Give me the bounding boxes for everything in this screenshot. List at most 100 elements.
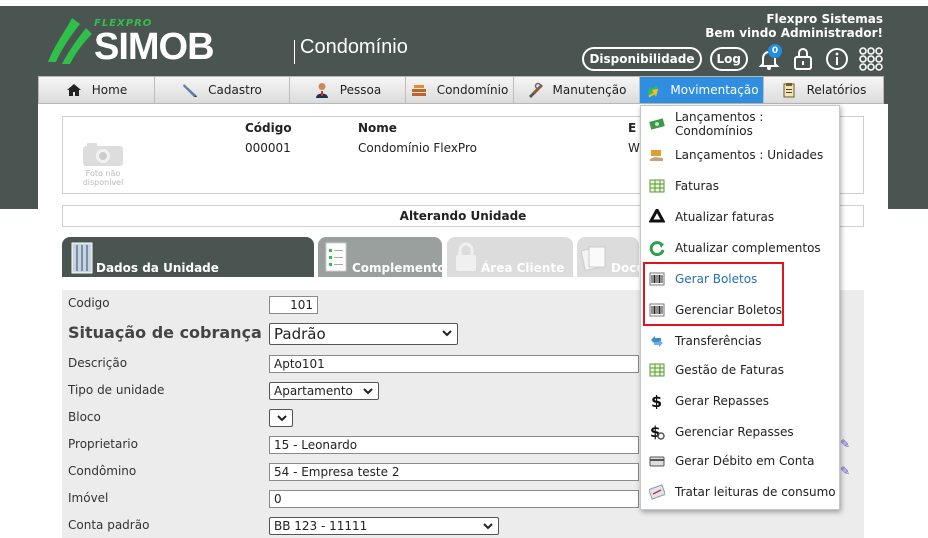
notifications-button[interactable]: 0 (756, 44, 782, 72)
situacao-select[interactable]: Padrão (269, 323, 458, 345)
condominium-code: 000001 (245, 141, 291, 155)
money-icon (649, 118, 665, 130)
brand-divider (294, 40, 295, 64)
svg-text:$: $ (651, 393, 662, 409)
user-greeting: Flexpro Sistemas Bem vindo Administrador… (705, 12, 883, 40)
camera-icon (83, 143, 123, 166)
menu-item-label: Lançamentos : Unidades (675, 148, 824, 162)
proprietario-label: Proprietario (68, 437, 138, 451)
transfer-icon (651, 336, 663, 347)
situacao-label: Situação de cobrança (68, 323, 262, 342)
header-code: Código (245, 121, 292, 135)
dollar-icon: $ (651, 393, 662, 409)
menu-item-gerar-repasses[interactable]: $ Gerar Repasses (641, 387, 841, 415)
tipo-select[interactable]: Apartamento (269, 382, 379, 400)
menu-item-label: Gestão de Faturas (675, 363, 784, 377)
tab-complementos[interactable]: Complementos (318, 237, 453, 277)
menu-item-label: Gerenciar Repasses (675, 425, 794, 439)
header-email: E (628, 121, 637, 135)
tab-dados-unidade[interactable]: Dados da Unidade (62, 237, 314, 277)
condomino-input[interactable]: 54 - Empresa teste 2 (269, 463, 639, 481)
log-button[interactable]: Log (709, 47, 748, 71)
codigo-input[interactable]: 101 (269, 296, 318, 314)
nav-movimentacao[interactable]: Movimentação (640, 77, 764, 103)
bloco-select[interactable] (269, 409, 293, 427)
tools-icon (528, 82, 543, 98)
menu-item-gerenciar-repasses[interactable]: $ Gerenciar Repasses (641, 418, 841, 446)
lock-button[interactable] (790, 46, 816, 72)
home-icon (66, 84, 81, 96)
descricao-input[interactable]: Apto101 (269, 355, 639, 373)
apps-button[interactable] (858, 46, 884, 72)
menu-item-lancamentos-unidades[interactable]: Lançamentos : Unidades (641, 141, 841, 169)
situacao-value: Padrão (274, 325, 326, 343)
buildings-icon (411, 85, 426, 96)
nav-cadastro[interactable]: Cadastro (155, 77, 290, 103)
menu-item-gerar-debito[interactable]: Gerar Débito em Conta (641, 447, 841, 475)
imovel-input[interactable]: 0 (269, 490, 639, 508)
building-icon (71, 242, 93, 274)
condominium-name: Condomínio FlexPro (358, 141, 477, 155)
menu-item-label: Gerar Débito em Conta (675, 454, 815, 468)
page: FLEXPRO SIMOB Condomínio Flexpro Sistema… (0, 0, 928, 538)
edit-proprietario-pencil-icon[interactable]: ✎ (840, 437, 850, 451)
codigo-label: Codigo (68, 296, 110, 310)
menu-item-label: Lançamentos : Condomínios (675, 110, 764, 138)
availability-button[interactable]: Disponibilidade (582, 47, 702, 71)
photo-unavailable-line2: disponível (82, 178, 124, 187)
menu-item-gestao-faturas[interactable]: Gestão de Faturas (641, 356, 841, 384)
header-tools: Disponibilidade Log 0 (582, 44, 884, 72)
nav-movimentacao-label: Movimentação (670, 83, 759, 97)
nav-relatorios-label: Relatórios (806, 83, 867, 97)
menu-item-atualizar-complementos[interactable]: Atualizar complementos (641, 234, 841, 262)
meter-icon (649, 484, 665, 500)
condomino-label: Condômino (68, 464, 137, 478)
nav-home[interactable]: Home (39, 77, 155, 103)
padlock-icon (456, 242, 476, 271)
chevron-down-icon (363, 388, 373, 395)
menu-item-atualizar-faturas[interactable]: Atualizar faturas (641, 203, 841, 231)
descricao-label: Descrição (68, 356, 128, 370)
tipo-value: Apartamento (274, 384, 353, 398)
notification-badge: 0 (768, 44, 782, 58)
menu-item-label: Atualizar complementos (675, 241, 821, 255)
tab-complementos-label: Complementos (352, 261, 453, 275)
nav-manutencao[interactable]: Manutenção (514, 77, 640, 103)
spreadsheet-icon (649, 363, 665, 377)
nav-relatorios[interactable]: Relatórios (764, 77, 883, 103)
tab-area-cliente-label: Área Cliente (481, 261, 565, 275)
refresh-icon (649, 241, 665, 256)
hand-money-icon (650, 150, 663, 161)
nav-pessoa[interactable]: Pessoa (290, 77, 406, 103)
menu-item-label: Faturas (675, 179, 720, 193)
spreadsheet-icon (649, 179, 665, 193)
info-button[interactable] (824, 46, 850, 72)
conta-select[interactable]: BB 123 - 11111 (269, 517, 499, 535)
edit-condomino-pencil-icon[interactable]: ✎ (840, 464, 850, 478)
recycle-icon (649, 209, 665, 223)
menu-item-lancamentos-condominios[interactable]: Lançamentos : Condomínios (641, 110, 841, 138)
menu-item-tratar-leituras[interactable]: Tratar leituras de consumo (641, 478, 841, 506)
nav-pessoa-label: Pessoa (339, 83, 382, 97)
nav-condominio[interactable]: Condomínio (406, 77, 514, 103)
brand-module: Condomínio (300, 36, 408, 58)
chevron-down-icon (483, 523, 493, 530)
header-name: Nome (358, 121, 397, 135)
logo-swoosh-icon (48, 18, 92, 64)
nav-manutencao-label: Manutenção (552, 83, 627, 97)
pen-icon (183, 84, 198, 97)
brand-big: SIMOB (94, 26, 215, 68)
report-icon (783, 83, 795, 98)
tab-area-cliente[interactable]: Área Cliente (447, 237, 573, 277)
menu-item-transferencias[interactable]: Transferências (641, 327, 841, 355)
proprietario-input[interactable]: 15 - Leonardo (269, 436, 639, 454)
tab-documentos[interactable]: Docu (577, 237, 645, 277)
photo-placeholder: Foto não disponível (77, 141, 129, 189)
menu-item-faturas[interactable]: Faturas (641, 172, 841, 200)
documents-icon (581, 246, 606, 272)
main-nav: Home Cadastro Pessoa Condomínio Manutenç… (38, 76, 884, 104)
app-logo[interactable]: FLEXPRO SIMOB Condomínio (44, 12, 408, 72)
photo-unavailable-line1: Foto não (85, 169, 121, 178)
tipo-label: Tipo de unidade (68, 383, 165, 397)
nav-cadastro-label: Cadastro (208, 83, 262, 97)
